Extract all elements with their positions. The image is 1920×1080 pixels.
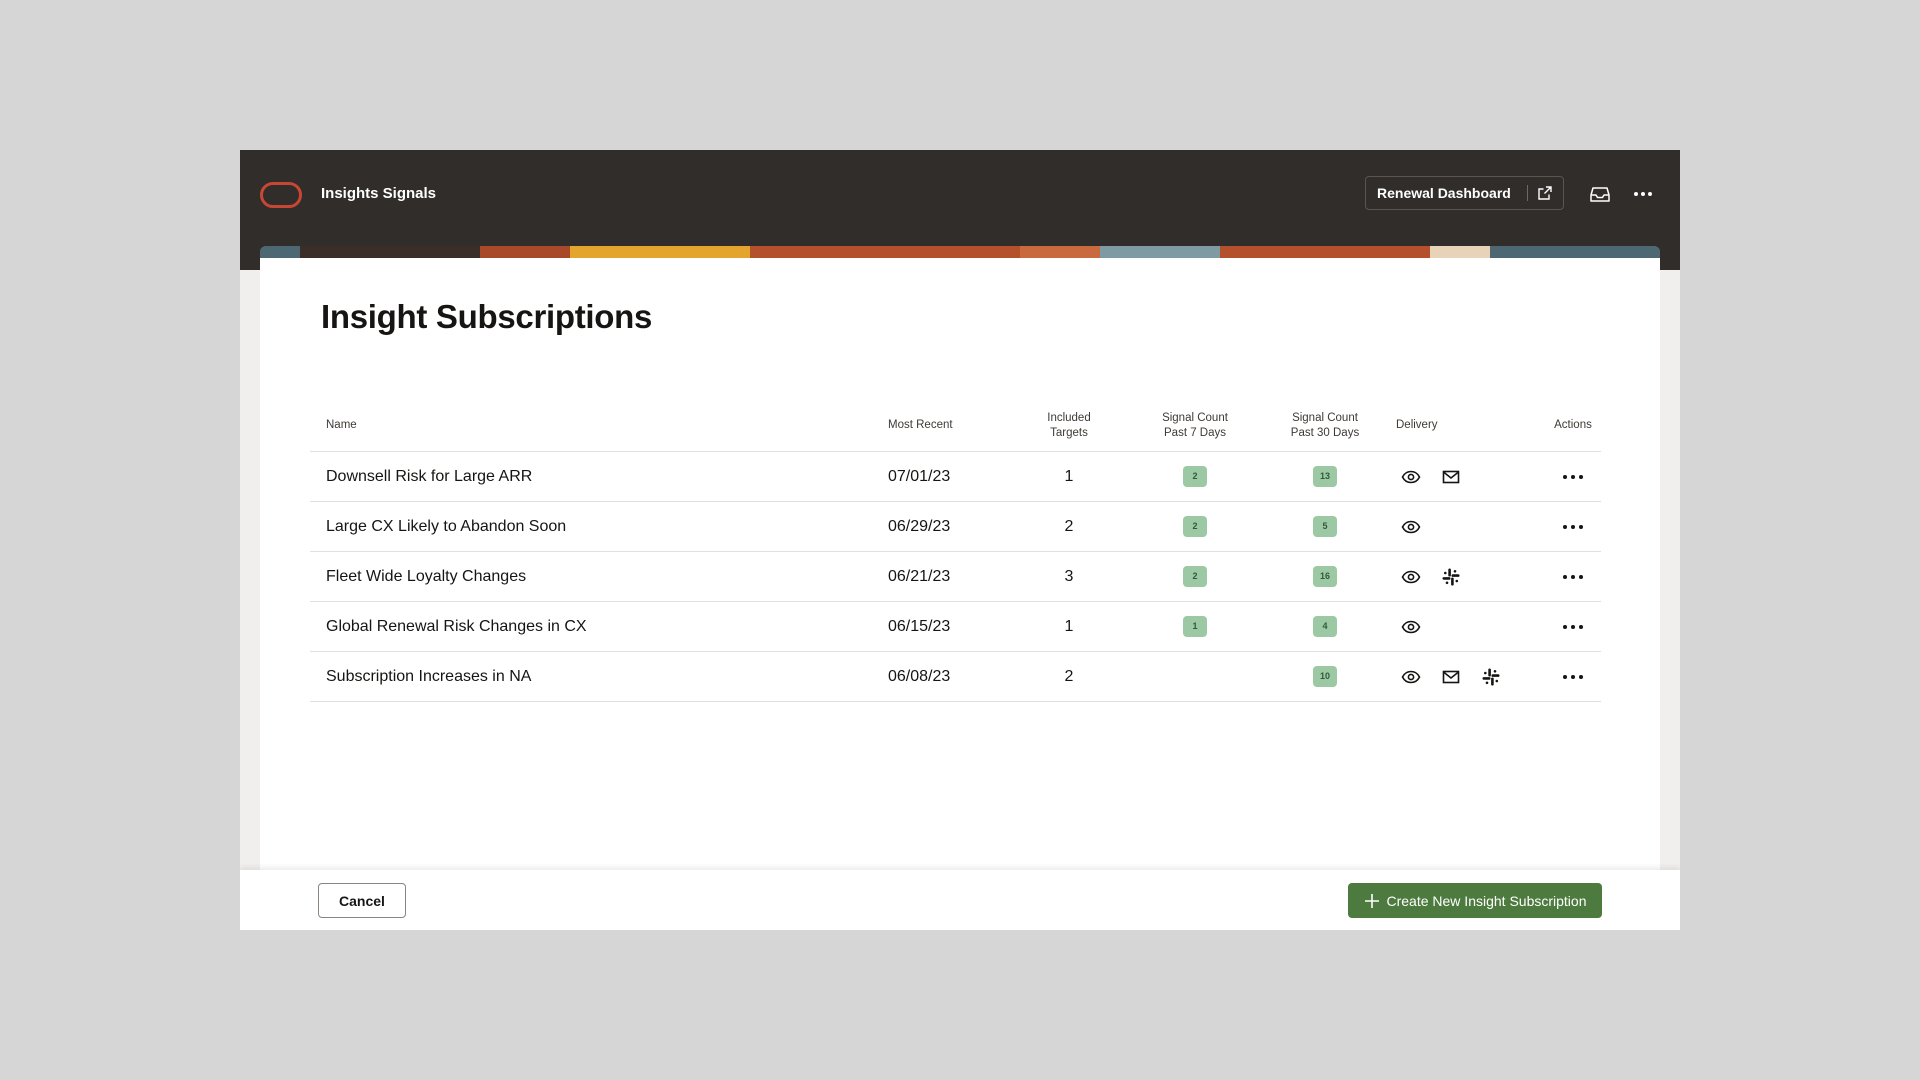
eye-icon <box>1401 517 1421 537</box>
signal-count-badge: 1 <box>1183 616 1207 637</box>
signal-count-badge: 2 <box>1183 466 1207 487</box>
row-most-recent: 06/29/23 <box>872 501 1003 552</box>
row-delivery <box>1395 551 1545 602</box>
row-delivery <box>1395 501 1545 552</box>
create-subscription-button[interactable]: Create New Insight Subscription <box>1348 883 1602 918</box>
oracle-logo[interactable] <box>260 182 302 208</box>
row-actions <box>1545 651 1601 702</box>
row-signal-30-days: 5 <box>1255 501 1395 552</box>
row-included-targets: 2 <box>1003 651 1135 702</box>
signal-count-badge: 2 <box>1183 566 1207 587</box>
mail-icon <box>1441 467 1461 487</box>
row-most-recent: 06/21/23 <box>872 551 1003 602</box>
eye-icon <box>1401 617 1421 637</box>
mail-icon <box>1441 667 1461 687</box>
column-header-included-targets[interactable]: Included Targets <box>1003 400 1135 452</box>
table-body: Downsell Risk for Large ARR 07/01/23 1 2 13 L… <box>310 451 1601 702</box>
more-options-icon[interactable] <box>1633 185 1653 203</box>
row-signal-30-days: 13 <box>1255 451 1395 502</box>
row-included-targets: 1 <box>1003 601 1135 652</box>
renewal-dashboard-label: Renewal Dashboard <box>1377 185 1511 201</box>
row-signal-7-days: 2 <box>1135 501 1255 552</box>
table-row[interactable]: Large CX Likely to Abandon Soon 06/29/23 2… <box>310 501 1601 552</box>
row-included-targets: 1 <box>1003 451 1135 502</box>
eye-icon <box>1401 467 1421 487</box>
table-row[interactable]: Global Renewal Risk Changes in CX 06/15/2… <box>310 601 1601 652</box>
column-header-line: Included <box>1047 411 1091 424</box>
button-divider <box>1527 185 1528 201</box>
row-name[interactable]: Subscription Increases in NA <box>310 651 872 702</box>
signal-count-badge: 5 <box>1313 516 1337 537</box>
row-signal-7-days: 2 <box>1135 551 1255 602</box>
more-actions-icon[interactable] <box>1561 473 1585 481</box>
column-header-actions: Actions <box>1545 400 1601 452</box>
signal-count-badge: 2 <box>1183 516 1207 537</box>
page-title: Insight Subscriptions <box>321 298 653 335</box>
row-included-targets: 3 <box>1003 551 1135 602</box>
table-row[interactable]: Fleet Wide Loyalty Changes 06/21/23 3 2 16 <box>310 551 1601 602</box>
table-row[interactable]: Subscription Increases in NA 06/08/23 2 10 <box>310 651 1601 702</box>
eye-icon <box>1401 667 1421 687</box>
row-most-recent: 06/15/23 <box>872 601 1003 652</box>
plus-icon <box>1364 893 1379 908</box>
signal-count-badge: 13 <box>1313 466 1337 487</box>
column-header-name[interactable]: Name <box>310 400 872 452</box>
signal-count-badge: 4 <box>1313 616 1337 637</box>
row-signal-30-days: 4 <box>1255 601 1395 652</box>
inbox-icon[interactable] <box>1590 185 1610 203</box>
table-header-row: Name Most Recent Included Targets Signal… <box>310 400 1601 452</box>
app-header: Insights Signals Renewal Dashboard <box>240 150 1680 270</box>
row-delivery <box>1395 651 1545 702</box>
row-name[interactable]: Global Renewal Risk Changes in CX <box>310 601 872 652</box>
more-actions-icon[interactable] <box>1561 523 1585 531</box>
column-header-signal-30-days[interactable]: Signal Count Past 30 Days <box>1255 400 1395 452</box>
app-window: Insights Signals Renewal Dashboard Insig… <box>240 150 1680 930</box>
row-actions <box>1545 501 1601 552</box>
column-header-line: Signal Count <box>1292 411 1358 424</box>
signal-count-badge: 10 <box>1313 666 1337 687</box>
row-name[interactable]: Fleet Wide Loyalty Changes <box>310 551 872 602</box>
column-header-line: Past 7 Days <box>1164 426 1226 439</box>
row-signal-7-days: 1 <box>1135 601 1255 652</box>
row-actions <box>1545 551 1601 602</box>
external-link-icon <box>1538 186 1552 200</box>
row-included-targets: 2 <box>1003 501 1135 552</box>
slack-icon <box>1441 567 1461 587</box>
eye-icon <box>1401 567 1421 587</box>
more-actions-icon[interactable] <box>1561 623 1585 631</box>
row-most-recent: 07/01/23 <box>872 451 1003 502</box>
row-delivery <box>1395 601 1545 652</box>
renewal-dashboard-button[interactable]: Renewal Dashboard <box>1365 176 1564 210</box>
cancel-button[interactable]: Cancel <box>318 883 406 918</box>
row-actions <box>1545 451 1601 502</box>
signal-count-badge: 16 <box>1313 566 1337 587</box>
footer-bar: Cancel Create New Insight Subscription <box>240 870 1680 930</box>
create-subscription-label: Create New Insight Subscription <box>1386 892 1587 909</box>
slack-icon <box>1481 667 1501 687</box>
row-signal-30-days: 10 <box>1255 651 1395 702</box>
app-title: Insights Signals <box>321 185 437 202</box>
column-header-line: Past 30 Days <box>1290 426 1360 439</box>
row-delivery <box>1395 451 1545 502</box>
row-actions <box>1545 601 1601 652</box>
more-actions-icon[interactable] <box>1561 673 1585 681</box>
table-row[interactable]: Downsell Risk for Large ARR 07/01/23 1 2 13 <box>310 451 1601 502</box>
main-panel: Insight Subscriptions Name Most Recent I… <box>260 258 1660 870</box>
row-name[interactable]: Downsell Risk for Large ARR <box>310 451 872 502</box>
column-header-delivery: Delivery <box>1395 400 1545 452</box>
row-name[interactable]: Large CX Likely to Abandon Soon <box>310 501 872 552</box>
row-signal-7-days <box>1135 651 1255 702</box>
column-header-signal-7-days[interactable]: Signal Count Past 7 Days <box>1135 400 1255 452</box>
more-actions-icon[interactable] <box>1561 573 1585 581</box>
row-signal-30-days: 16 <box>1255 551 1395 602</box>
column-header-line: Signal Count <box>1162 411 1228 424</box>
column-header-most-recent[interactable]: Most Recent <box>872 400 1003 452</box>
column-header-line: Targets <box>1050 426 1088 439</box>
subscriptions-table: Name Most Recent Included Targets Signal… <box>310 400 1601 702</box>
row-most-recent: 06/08/23 <box>872 651 1003 702</box>
row-signal-7-days: 2 <box>1135 451 1255 502</box>
